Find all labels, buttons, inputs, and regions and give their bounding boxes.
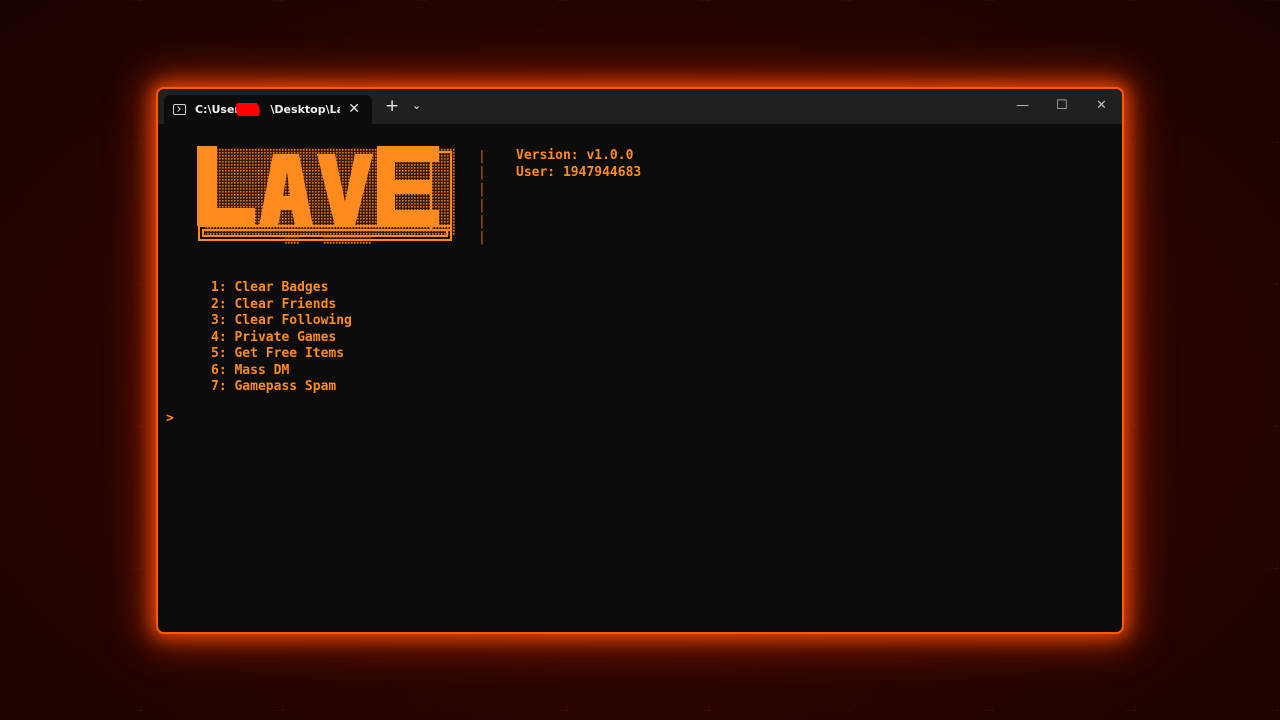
menu-item-get-free-items: 5: Get Free Items [211, 346, 345, 361]
menu-item-private-games: 4: Private Games [211, 329, 337, 345]
title-bar: C:\Users\Desktop\Lave\l ✕ + ⌄ — ☐ ✕ [158, 89, 1122, 124]
redaction-scribble [236, 103, 260, 116]
terminal-content[interactable]: | | | | | | Version: v1.0.0 User: 194794… [158, 124, 1122, 632]
menu-list: 1: Clear Badges 2: Clear Friends 3: Clea… [211, 280, 352, 396]
menu-item-gamepass-spam: 7: Gamepass Spam [211, 379, 337, 394]
input-prompt[interactable]: > [166, 411, 174, 426]
menu-item-clear-friends: 2: Clear Friends [211, 296, 337, 312]
close-button[interactable]: ✕ [1096, 98, 1107, 114]
terminal-icon [173, 104, 186, 115]
lave-ascii-logo [197, 146, 455, 244]
version-text: Version: v1.0.0 [516, 148, 634, 163]
menu-item-mass-dm: 6: Mass DM [211, 362, 290, 378]
info-block: Version: v1.0.0 User: 1947944683 [516, 148, 641, 181]
user-text: User: 1947944683 [516, 164, 642, 180]
tab-title: C:\Users\Desktop\Lave\l [195, 103, 340, 116]
minimize-button[interactable]: — [1016, 98, 1029, 114]
chevron-down-icon[interactable]: ⌄ [412, 99, 421, 113]
logo-separator: | | | | | | [478, 149, 486, 246]
menu-item-clear-following: 3: Clear Following [211, 313, 352, 328]
terminal-window: C:\Users\Desktop\Lave\l ✕ + ⌄ — ☐ ✕ [158, 89, 1122, 632]
menu-item-clear-badges: 1: Clear Badges [211, 280, 329, 295]
terminal-tab[interactable]: C:\Users\Desktop\Lave\l ✕ [164, 95, 372, 124]
maximize-button[interactable]: ☐ [1056, 98, 1068, 114]
tab-close-icon[interactable]: ✕ [348, 101, 360, 117]
new-tab-button[interactable]: + [385, 98, 399, 115]
